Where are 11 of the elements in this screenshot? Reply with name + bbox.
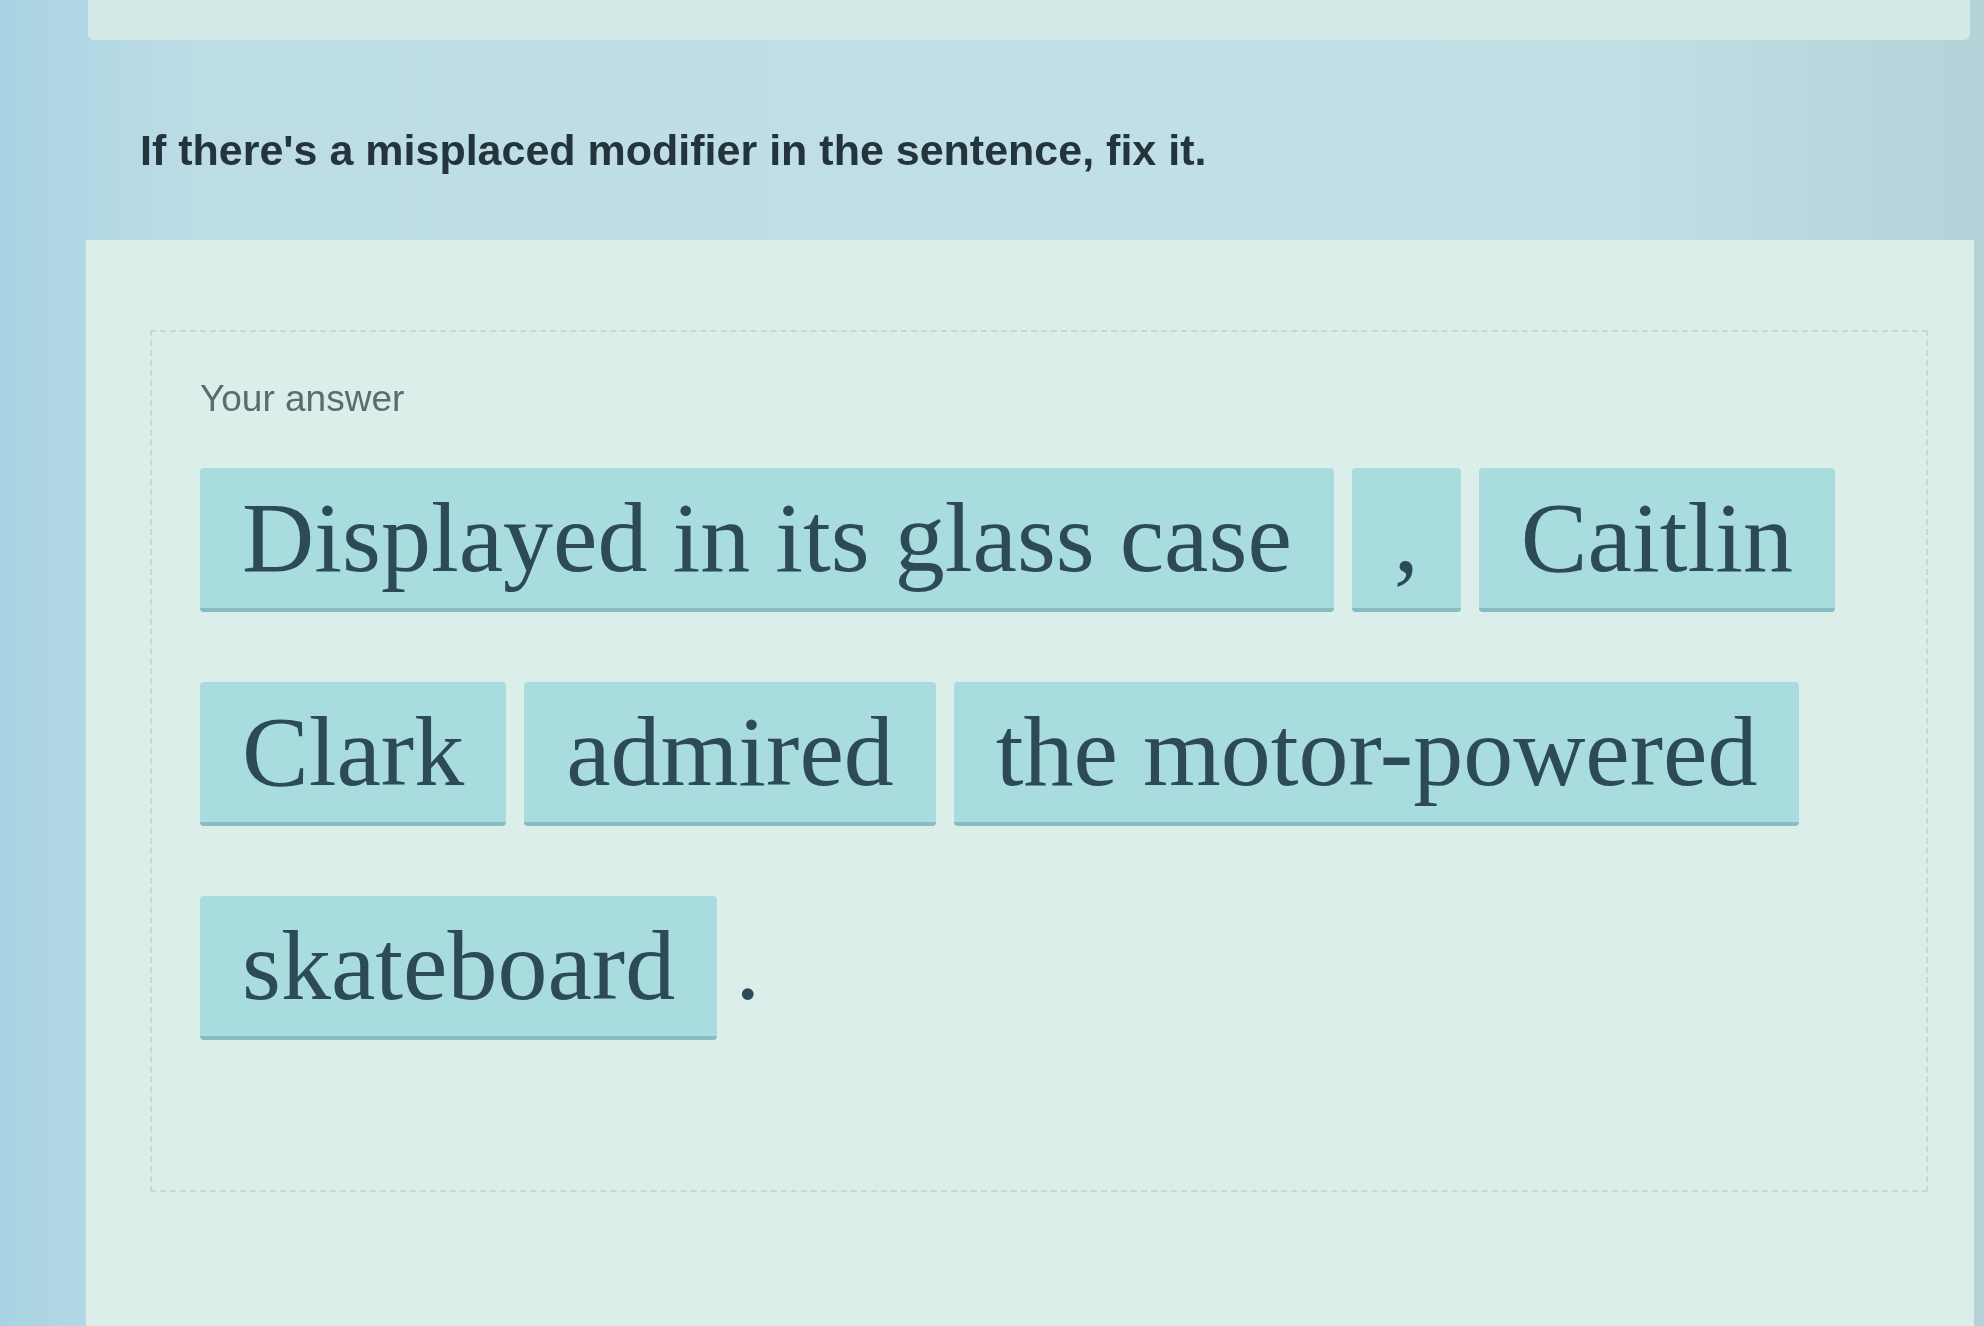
word-tile[interactable]: Displayed in its glass case	[200, 468, 1334, 612]
word-tile[interactable]: the motor-powered	[953, 682, 1800, 826]
word-tile[interactable]: Caitlin	[1478, 468, 1836, 612]
instruction-text: If there's a misplaced modifier in the sentence, fix it.	[140, 126, 1207, 174]
answer-box[interactable]: Your answer Displayed in its glass case , Caitlin Clark admired the motor-powered skateboard .	[150, 330, 1928, 1192]
punctuation-text: .	[735, 909, 761, 1023]
answer-label: Your answer	[200, 378, 405, 420]
word-tile[interactable]: skateboard	[200, 896, 718, 1040]
word-tile[interactable]: admired	[524, 682, 936, 826]
word-tile[interactable]: ,	[1351, 468, 1461, 612]
word-tile[interactable]: Clark	[200, 682, 507, 826]
